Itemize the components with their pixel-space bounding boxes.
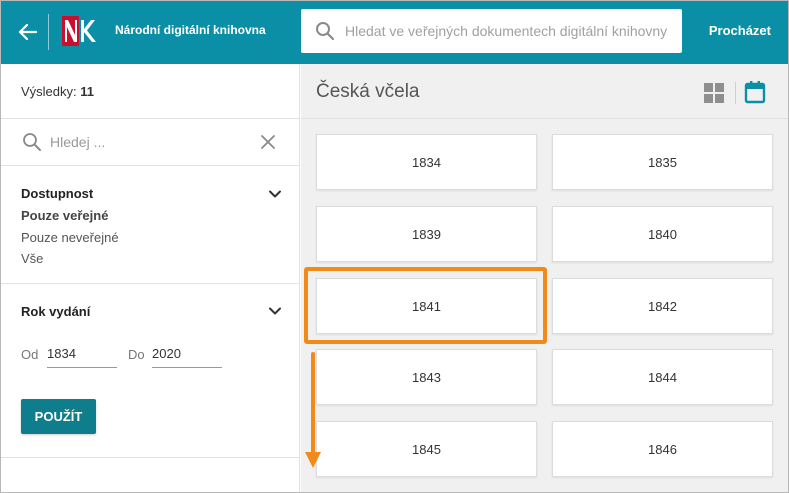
browse-link[interactable]: Procházet	[709, 23, 771, 38]
volume-card[interactable]: 1846	[552, 421, 773, 477]
back-button[interactable]	[14, 18, 42, 46]
availability-title: Dostupnost	[21, 186, 94, 201]
main-header: Česká včela	[301, 64, 789, 119]
apply-button[interactable]: POUŽÍT	[21, 399, 96, 434]
year-facet: Rok vydání Od Do POUŽÍT	[0, 284, 299, 458]
view-divider	[735, 82, 736, 104]
grid-view-icon[interactable]	[703, 82, 725, 104]
volume-card[interactable]: 1843	[316, 349, 537, 405]
option-private-only[interactable]: Pouze neveřejné	[21, 230, 119, 245]
availability-facet: Dostupnost Pouze veřejné Pouze neveřejné…	[0, 166, 299, 284]
year-from-input[interactable]	[47, 340, 117, 368]
volume-card[interactable]: 1839	[316, 206, 537, 262]
close-icon[interactable]	[258, 132, 278, 152]
chevron-down-icon[interactable]	[266, 185, 284, 203]
sidebar-filter	[0, 119, 299, 166]
main-content: Česká včela 1834 1835 1839 1840 1841 184…	[301, 64, 789, 493]
nk-logo[interactable]	[62, 16, 96, 46]
volume-card[interactable]: 1844	[552, 349, 773, 405]
volume-card[interactable]: 1840	[552, 206, 773, 262]
periodical-title: Česká včela	[316, 81, 420, 102]
arrow-left-icon	[18, 23, 38, 41]
year-to-label: Do	[128, 347, 145, 362]
option-public-only[interactable]: Pouze veřejné	[21, 208, 108, 223]
chevron-down-icon[interactable]	[266, 302, 284, 320]
search-icon	[315, 21, 335, 41]
app-header: Národní digitální knihovna Procházet	[0, 0, 789, 64]
sidebar: Výsledky: 11 Dostupnost Pouze veřejné Po…	[0, 64, 300, 493]
year-to-input[interactable]	[152, 340, 222, 368]
results-count: Výsledky: 11	[0, 64, 299, 119]
volume-grid: 1834 1835 1839 1840 1841 1842 1843 1844 …	[301, 119, 789, 493]
search-box	[301, 9, 682, 53]
volume-card[interactable]: 1841	[316, 278, 537, 334]
filter-input[interactable]	[50, 119, 250, 165]
results-number: 11	[80, 84, 95, 99]
volume-card[interactable]: 1835	[552, 134, 773, 190]
year-title: Rok vydání	[21, 304, 91, 319]
volume-card[interactable]: 1842	[552, 278, 773, 334]
calendar-icon[interactable]	[744, 80, 766, 104]
search-input[interactable]	[345, 9, 675, 53]
app-title[interactable]: Národní digitální knihovna	[115, 23, 266, 37]
option-all[interactable]: Vše	[21, 251, 43, 266]
volume-card[interactable]: 1845	[316, 421, 537, 477]
header-divider	[48, 14, 49, 50]
volume-card[interactable]: 1834	[316, 134, 537, 190]
search-icon	[22, 132, 42, 152]
results-label: Výsledky:	[21, 84, 77, 99]
year-from-label: Od	[21, 347, 39, 362]
arrow-down-icon	[305, 352, 321, 468]
